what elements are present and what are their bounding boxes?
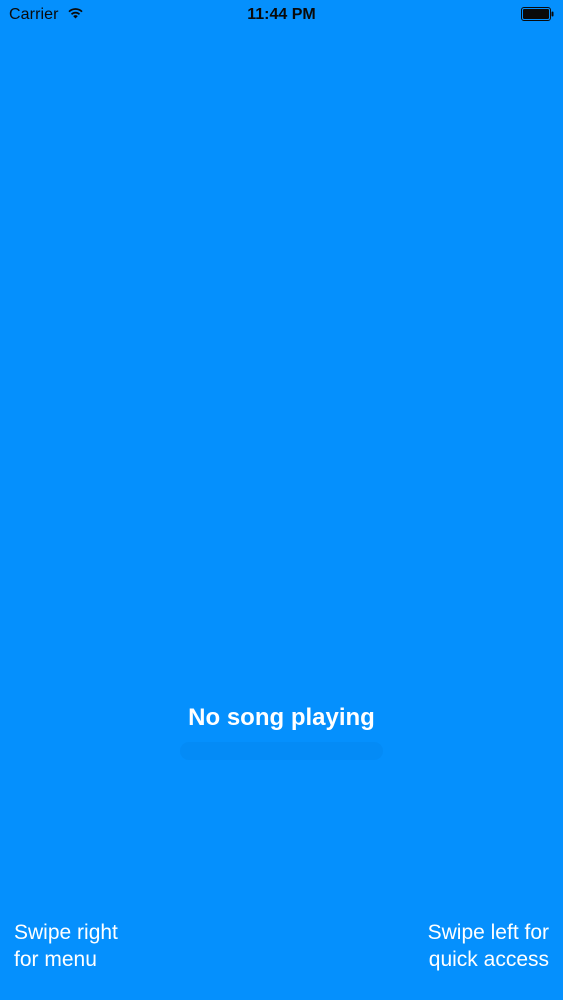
swipe-right-hint-line-1: Swipe right [14,921,118,944]
swipe-right-hint-line-2: for menu [14,948,97,971]
swipe-right-menu-hint: Swipe right for menu [14,919,118,973]
now-playing-reflection [180,742,383,760]
swipe-left-quick-access-hint: Swipe left for quick access [428,919,549,973]
status-bar: Carrier 11:44 PM [0,0,563,30]
no-song-playing-label: No song playing [188,704,375,731]
battery-icon [521,7,554,21]
status-time: 11:44 PM [247,6,316,23]
swipe-left-hint-line-1: Swipe left for [427,921,549,944]
swipe-left-hint-line-2: quick access [428,948,549,971]
